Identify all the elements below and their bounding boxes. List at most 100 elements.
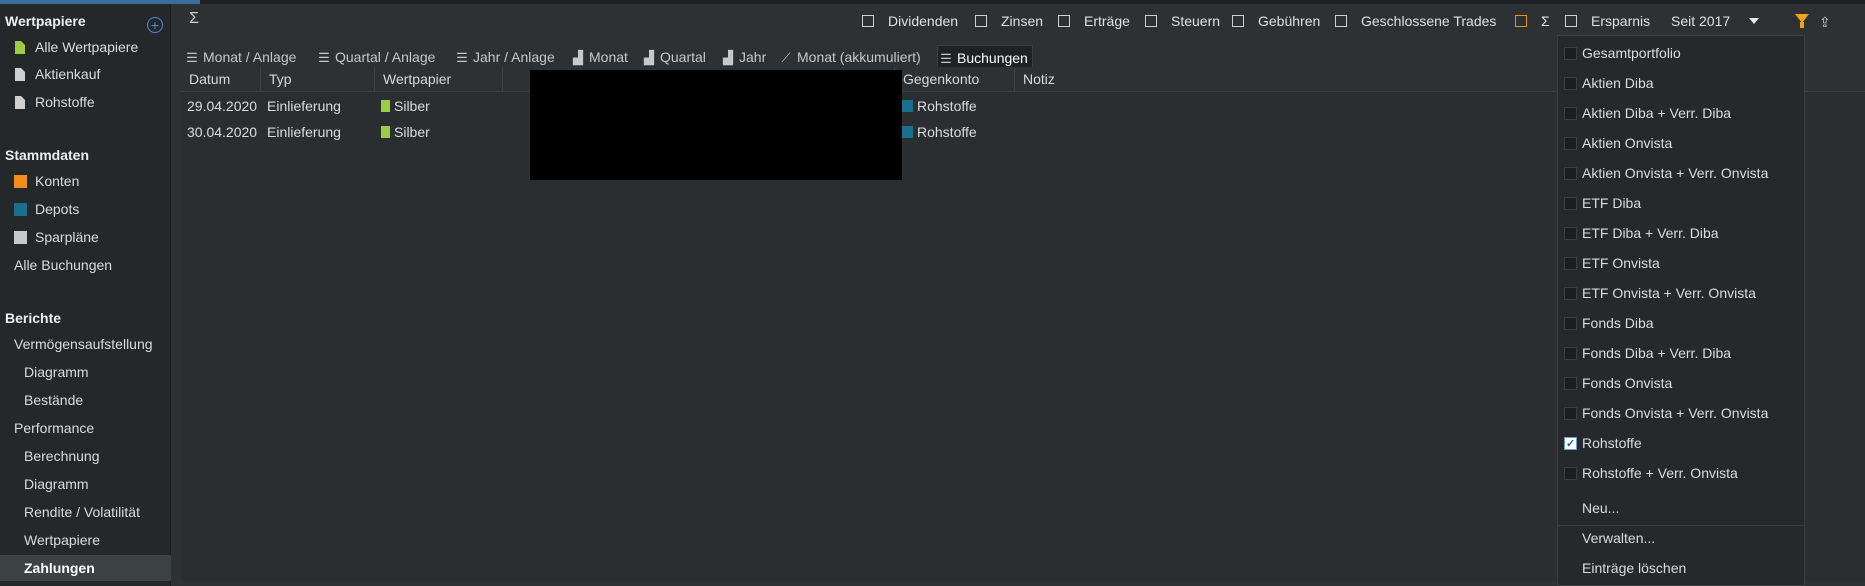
sidebar-item-aktienkauf[interactable]: Aktienkauf: [0, 61, 171, 87]
option-checkbox-checked[interactable]: [1564, 429, 1577, 459]
cell-gegenkonto: Rohstoffe: [895, 93, 977, 119]
ersparnis-label[interactable]: Ersparnis: [1591, 13, 1650, 29]
option-checkbox[interactable]: [1564, 317, 1577, 330]
dropdown-option[interactable]: ETF Diba + Verr. Diba: [1558, 218, 1804, 248]
sum-toggle-label[interactable]: Σ: [1541, 13, 1550, 29]
ertraege-checkbox[interactable]: [1058, 15, 1070, 27]
steuern-label[interactable]: Steuern: [1171, 13, 1220, 29]
sidebar-item-label: Rendite / Volatilität: [24, 504, 140, 520]
option-checkbox[interactable]: [1564, 77, 1577, 90]
column-header-datum[interactable]: Datum: [181, 67, 261, 91]
ersparnis-checkbox[interactable]: [1565, 15, 1577, 27]
steuern-checkbox[interactable]: [1145, 15, 1157, 27]
sidebar-item-label: Zahlungen: [24, 560, 95, 576]
sidebar-item-performance-diagramm[interactable]: Diagramm: [0, 471, 171, 497]
sidebar-item-konten[interactable]: Konten: [0, 168, 171, 194]
dropdown-action-neu[interactable]: Neu...: [1558, 493, 1804, 523]
tab-label: Quartal: [660, 49, 706, 65]
dropdown-option[interactable]: ETF Onvista + Verr. Onvista: [1558, 278, 1804, 308]
option-checkbox[interactable]: [1564, 287, 1577, 300]
sidebar-item-depots[interactable]: Depots: [0, 196, 171, 222]
sum-toggle-checkbox[interactable]: [1515, 15, 1527, 27]
option-label: ETF Onvista: [1582, 255, 1660, 271]
sidebar-item-rendite-volatilitaet[interactable]: Rendite / Volatilität: [0, 499, 171, 525]
option-label: Fonds Diba + Verr. Diba: [1582, 345, 1732, 361]
column-header-wertpapier[interactable]: Wertpapier: [375, 67, 503, 91]
cell-wertpapier-label: Silber: [394, 124, 430, 140]
add-icon[interactable]: +: [147, 17, 163, 33]
option-checkbox[interactable]: [1564, 107, 1577, 120]
sidebar-item-zahlungen[interactable]: Zahlungen: [0, 555, 171, 581]
sum-icon[interactable]: Σ: [189, 10, 199, 28]
option-label: ETF Onvista + Verr. Onvista: [1582, 285, 1756, 301]
option-checkbox[interactable]: [1564, 407, 1577, 420]
sidebar-item-vermoegensaufstellung[interactable]: Vermögensaufstellung: [0, 331, 171, 357]
column-header-typ[interactable]: Typ: [261, 67, 375, 91]
geschlossene-trades-checkbox[interactable]: [1335, 15, 1347, 27]
dividenden-label[interactable]: Dividenden: [888, 13, 958, 29]
sidebar-item-sparplaene[interactable]: Sparpläne: [0, 224, 171, 250]
option-checkbox[interactable]: [1564, 47, 1577, 60]
tab-monat-akkumuliert[interactable]: ⟋ Monat (akkumuliert): [778, 45, 921, 69]
dropdown-option[interactable]: Fonds Onvista: [1558, 368, 1804, 398]
dropdown-option[interactable]: ETF Diba: [1558, 188, 1804, 218]
column-header-notiz[interactable]: Notiz: [1015, 67, 1570, 91]
tab-quartal-anlage[interactable]: ☰ Quartal / Anlage: [316, 45, 435, 69]
chevron-down-icon[interactable]: [1749, 18, 1759, 24]
sidebar-item-bestaende[interactable]: Bestände: [0, 387, 171, 413]
tab-label: Quartal / Anlage: [335, 49, 436, 65]
zinsen-label[interactable]: Zinsen: [1001, 13, 1043, 29]
dropdown-option[interactable]: ETF Onvista: [1558, 248, 1804, 278]
option-label: Aktien Diba: [1582, 75, 1654, 91]
dividenden-checkbox[interactable]: [862, 15, 874, 27]
option-checkbox[interactable]: [1564, 467, 1577, 480]
zinsen-checkbox[interactable]: [975, 15, 987, 27]
dropdown-option[interactable]: Aktien Diba: [1558, 68, 1804, 98]
section-title-berichte: Berichte: [5, 310, 62, 326]
dropdown-option[interactable]: Gesamtportfolio: [1558, 38, 1804, 68]
cell-datum: 30.04.2020: [187, 124, 258, 140]
dropdown-action-eintraege-loeschen[interactable]: Einträge löschen: [1558, 553, 1804, 583]
option-checkbox[interactable]: [1564, 347, 1577, 360]
tab-quartal[interactable]: ▟ Quartal: [641, 45, 706, 69]
tab-jahr-anlage[interactable]: ☰ Jahr / Anlage: [454, 45, 555, 69]
cell-gegenkonto-label: Rohstoffe: [917, 124, 977, 140]
geschlossene-trades-label[interactable]: Geschlossene Trades: [1361, 13, 1496, 29]
gebuehren-label[interactable]: Gebühren: [1258, 13, 1320, 29]
dropdown-option[interactable]: Fonds Diba + Verr. Diba: [1558, 338, 1804, 368]
dropdown-option[interactable]: Rohstoffe + Verr. Onvista: [1558, 458, 1804, 488]
sidebar-item-berechnung[interactable]: Berechnung: [0, 443, 171, 469]
tab-monat[interactable]: ▟ Monat: [570, 45, 628, 69]
period-selector[interactable]: Seit 2017: [1671, 13, 1730, 29]
dropdown-option[interactable]: Fonds Diba: [1558, 308, 1804, 338]
sidebar-item-vermoegen-diagramm[interactable]: Diagramm: [0, 359, 171, 385]
sidebar-item-label: Alle Buchungen: [14, 257, 113, 273]
tab-monat-anlage[interactable]: ☰ Monat / Anlage: [184, 45, 296, 69]
sidebar-item-performance[interactable]: Performance: [0, 415, 171, 441]
option-checkbox[interactable]: [1564, 227, 1577, 240]
tab-jahr[interactable]: ▟ Jahr: [720, 45, 766, 69]
dropdown-action-verwalten[interactable]: Verwalten...: [1558, 523, 1804, 553]
sidebar-item-rohstoffe[interactable]: Rohstoffe: [0, 89, 171, 115]
option-checkbox[interactable]: [1564, 167, 1577, 180]
sidebar-item-wertpapiere[interactable]: Wertpapiere: [0, 527, 171, 553]
option-checkbox[interactable]: [1564, 377, 1577, 390]
dropdown-option[interactable]: Aktien Onvista + Verr. Onvista: [1558, 158, 1804, 188]
option-checkbox[interactable]: [1564, 257, 1577, 270]
dropdown-option[interactable]: Rohstoffe: [1558, 428, 1804, 459]
option-checkbox[interactable]: [1564, 137, 1577, 150]
dropdown-option[interactable]: Aktien Onvista: [1558, 128, 1804, 158]
column-header-gegenkonto[interactable]: Gegenkonto: [895, 67, 1015, 91]
sidebar-item-label: Rohstoffe: [35, 94, 95, 110]
dropdown-option[interactable]: Fonds Onvista + Verr. Onvista: [1558, 398, 1804, 428]
option-checkbox[interactable]: [1564, 197, 1577, 210]
sidebar-item-alle-buchungen[interactable]: Alle Buchungen: [0, 252, 171, 278]
ertraege-label[interactable]: Erträge: [1084, 13, 1130, 29]
tab-label: Monat (akkumuliert): [797, 49, 921, 65]
export-icon[interactable]: ⇪: [1819, 14, 1831, 30]
option-label: Aktien Onvista + Verr. Onvista: [1582, 165, 1769, 181]
depot-icon: [14, 203, 27, 216]
sidebar-item-alle-wertpapiere[interactable]: Alle Wertpapiere: [0, 34, 171, 60]
dropdown-option[interactable]: Aktien Diba + Verr. Diba: [1558, 98, 1804, 128]
gebuehren-checkbox[interactable]: [1232, 15, 1244, 27]
